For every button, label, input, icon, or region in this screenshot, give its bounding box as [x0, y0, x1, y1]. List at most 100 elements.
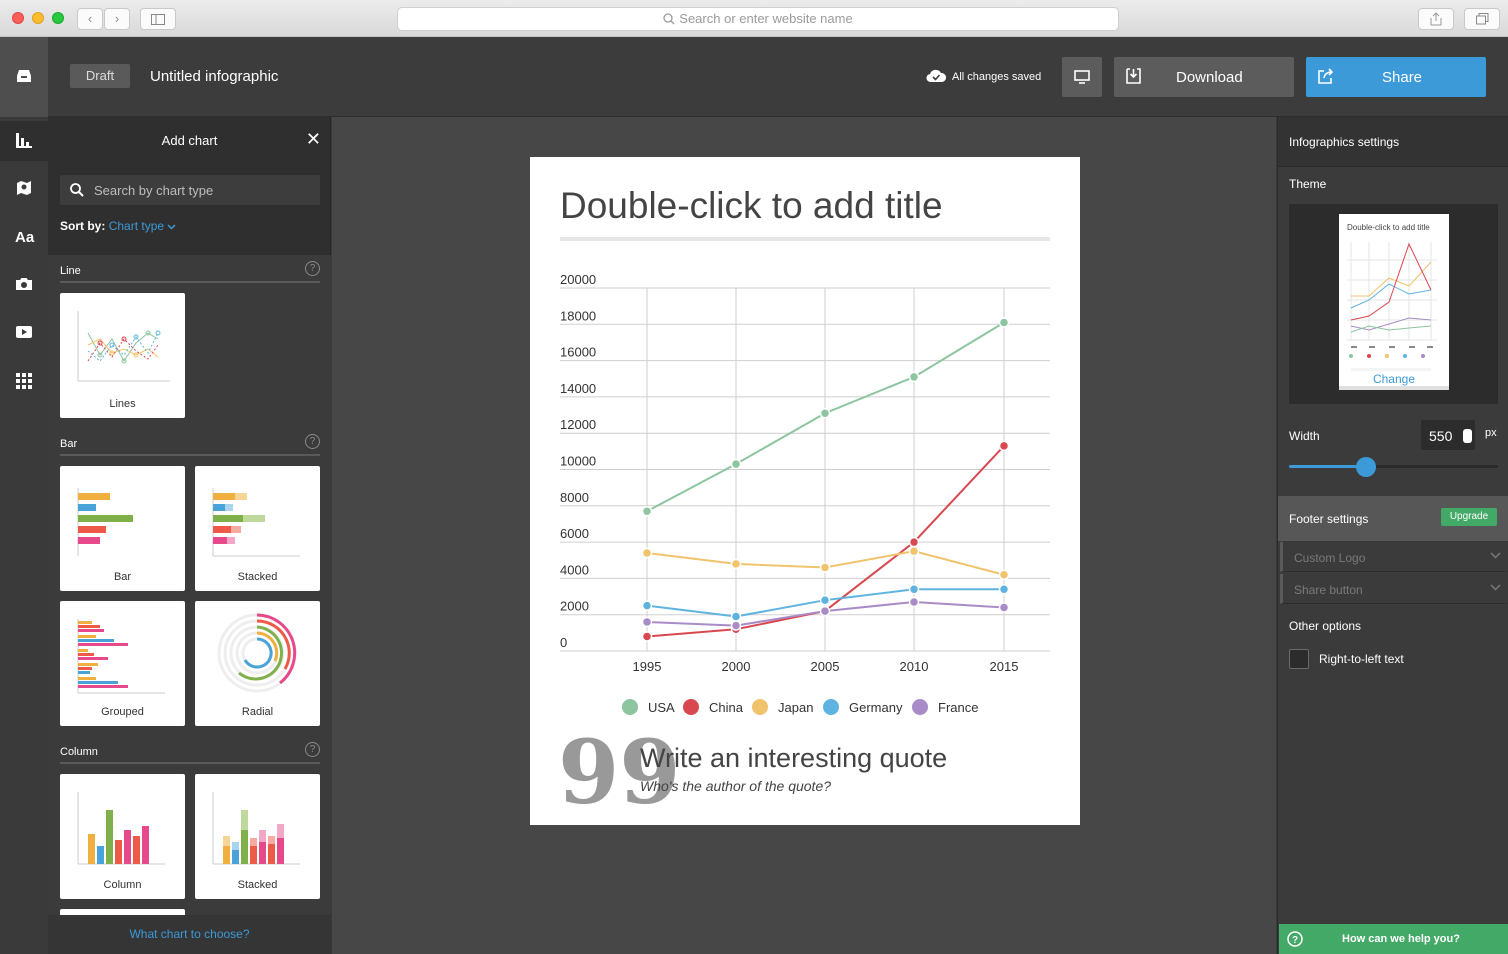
- rail-video[interactable]: [0, 313, 48, 353]
- chevron-down-icon: [167, 224, 176, 230]
- share-button[interactable]: Share: [1306, 57, 1486, 97]
- other-options-label: Other options: [1289, 619, 1362, 633]
- address-bar[interactable]: Search or enter website name: [397, 7, 1119, 31]
- share-page-button[interactable]: [1418, 8, 1454, 30]
- legend-label: Germany: [849, 700, 903, 715]
- help-chat-button[interactable]: ? How can we help you?: [1279, 924, 1508, 954]
- upgrade-button[interactable]: Upgrade: [1441, 508, 1497, 526]
- tool-rail: Aa: [0, 117, 48, 954]
- text-icon: Aa: [15, 229, 35, 245]
- rail-charts[interactable]: [0, 121, 48, 161]
- radial-chart-thumbnail-icon: [217, 613, 297, 693]
- sort-value: Chart type: [108, 219, 165, 233]
- legend-label: USA: [648, 700, 675, 715]
- share-icon: [1430, 12, 1442, 26]
- projects-tab[interactable]: [0, 37, 48, 117]
- help-icon[interactable]: ?: [305, 742, 320, 757]
- x-tick-label: 1995: [633, 659, 662, 674]
- chart-search[interactable]: [60, 175, 320, 205]
- data-point-usa: [819, 407, 831, 419]
- line-chart[interactable]: 0 2000 4000 6000 8000 10000 12000 14000 16000 180…: [530, 257, 1080, 727]
- help-icon[interactable]: ?: [305, 261, 320, 276]
- panel-header: Add chart ✕: [48, 117, 331, 163]
- infographic-title[interactable]: Double-click to add title: [560, 185, 943, 227]
- camera-icon: [16, 278, 32, 290]
- rtl-label[interactable]: Right-to-left text: [1319, 652, 1404, 666]
- chart-option-stacked-bar[interactable]: Stacked: [195, 466, 320, 591]
- sort-dropdown[interactable]: Chart type: [109, 219, 177, 233]
- save-status-text: All changes saved: [952, 71, 1042, 83]
- legend-label: China: [709, 700, 744, 715]
- infographic-page[interactable]: Double-click to add title 0 2000 4000 6000 8…: [530, 157, 1080, 825]
- y-tick-label: 8000: [560, 490, 589, 505]
- theme-selector[interactable]: Double-click to add title Change: [1289, 204, 1498, 404]
- close-window-button[interactable]: [12, 12, 24, 24]
- section-line: Line ?: [60, 255, 320, 283]
- search-icon: [70, 183, 84, 197]
- theme-label: Theme: [1289, 177, 1327, 191]
- y-tick-label: 20000: [560, 272, 596, 287]
- data-point-japan: [819, 562, 831, 573]
- width-slider-handle[interactable]: [1356, 457, 1377, 477]
- download-button[interactable]: Download: [1114, 57, 1294, 97]
- sort-label: Sort by:: [60, 219, 106, 233]
- sort-control: Sort by: Chart type: [60, 219, 176, 233]
- back-button[interactable]: ‹: [77, 8, 103, 30]
- footer-settings-label: Footer settings: [1289, 512, 1369, 526]
- custom-logo-row[interactable]: Custom Logo: [1280, 542, 1507, 572]
- share-button-row[interactable]: Share button: [1280, 574, 1507, 604]
- document-title[interactable]: Untitled infographic: [150, 68, 278, 85]
- sidebar-toggle-button[interactable]: [140, 8, 176, 30]
- chart-option-lines[interactable]: Lines: [60, 293, 185, 418]
- rail-maps[interactable]: [0, 169, 48, 209]
- rail-photos[interactable]: [0, 265, 48, 305]
- tabs-overview-button[interactable]: [1464, 8, 1500, 30]
- title-divider: [560, 237, 1050, 241]
- rtl-checkbox[interactable]: [1289, 649, 1309, 669]
- chart-option-grouped-bar[interactable]: Grouped: [60, 601, 185, 726]
- editor-canvas: Double-click to add title 0 2000 4000 6000 8…: [332, 117, 1276, 954]
- chart-type-list: Line ? Lines Bar ? Bar Stacked Grouped R…: [48, 255, 331, 915]
- chart-option-label: Lines: [109, 398, 136, 410]
- chart-option-stacked-column[interactable]: Stacked: [195, 774, 320, 899]
- forward-button[interactable]: ›: [104, 8, 130, 30]
- data-point-germany: [730, 611, 742, 622]
- chart-option-radial[interactable]: Radial: [195, 601, 320, 726]
- data-point-germany: [908, 584, 920, 595]
- y-tick-label: 18000: [560, 308, 596, 323]
- chart-option-bar[interactable]: Bar: [60, 466, 185, 591]
- width-label: Width: [1289, 429, 1320, 443]
- rail-elements[interactable]: [0, 361, 48, 401]
- width-stepper[interactable]: [1463, 429, 1472, 443]
- width-input[interactable]: 550: [1421, 420, 1475, 450]
- theme-change-button[interactable]: Change: [1339, 368, 1449, 390]
- app-header: Draft Untitled infographic All changes s…: [0, 37, 1508, 117]
- footer-settings-row[interactable]: Footer settings Upgrade: [1278, 496, 1508, 541]
- draft-badge[interactable]: Draft: [70, 64, 130, 88]
- minimize-window-button[interactable]: [32, 12, 44, 24]
- tabs-icon: [1475, 13, 1488, 25]
- rail-text[interactable]: Aa: [0, 217, 48, 257]
- stacked-bar-thumbnail-icon: [212, 488, 300, 557]
- section-bar: Bar ?: [60, 428, 320, 456]
- y-tick-label: 0: [560, 635, 567, 650]
- data-point-france: [730, 620, 742, 631]
- quote-author[interactable]: Who's the author of the quote?: [640, 778, 831, 794]
- data-point-usa: [730, 458, 742, 470]
- close-panel-button[interactable]: ✕: [306, 130, 321, 148]
- legend-swatch: [912, 699, 928, 715]
- chevron-down-icon: [1490, 552, 1501, 559]
- quote-text[interactable]: Write an interesting quote: [640, 743, 947, 774]
- grid-icon: [16, 373, 32, 389]
- y-tick-label: 14000: [560, 381, 596, 396]
- legend-swatch: [823, 699, 839, 715]
- legend-swatch: [752, 699, 768, 715]
- what-chart-link[interactable]: What chart to choose?: [48, 915, 331, 954]
- preview-button[interactable]: [1062, 57, 1102, 97]
- zoom-window-button[interactable]: [52, 12, 64, 24]
- help-icon[interactable]: ?: [305, 434, 320, 449]
- legend-label: France: [938, 700, 978, 715]
- chart-option-column[interactable]: Column: [60, 774, 185, 899]
- chart-option-label: Stacked: [237, 879, 278, 891]
- chart-search-input[interactable]: [94, 175, 314, 205]
